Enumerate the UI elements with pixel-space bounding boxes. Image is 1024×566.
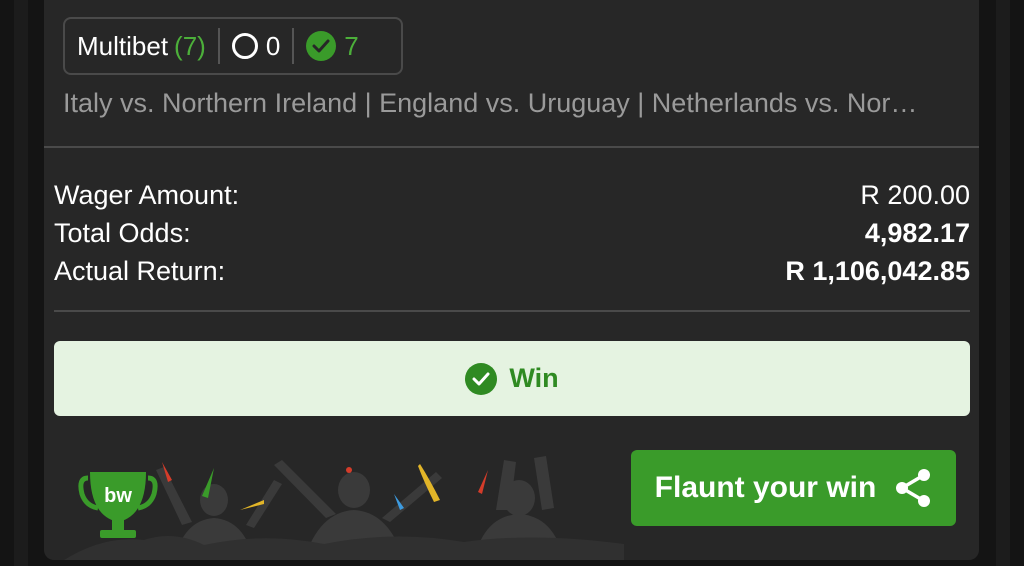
check-circle-icon [306,31,337,61]
background-card-right-edge [996,0,1010,566]
flaunt-win-label: Flaunt your win [654,471,877,504]
return-label: Actual Return: [54,256,226,286]
bet-type-label: Multibet [77,30,169,61]
bw-trophy-logo: bw [78,472,158,538]
wager-label: Wager Amount: [54,180,240,210]
open-circle-icon [231,33,258,59]
odds-value: 4,982.17 [864,218,970,248]
check-circle-icon [465,362,498,395]
background-card-left-edge [14,0,28,566]
divider [44,146,979,148]
return-value: R 1,106,042.85 [785,256,970,286]
return-row: Actual Return: R 1,106,042.85 [54,254,970,288]
wager-value: R 200.00 [860,180,970,210]
open-count: 0 [265,30,281,61]
odds-row: Total Odds: 4,982.17 [54,216,970,250]
odds-label: Total Odds: [54,218,191,248]
flaunt-win-button[interactable]: Flaunt your win [631,450,956,526]
wager-row: Wager Amount: R 200.00 [54,178,970,212]
selection-count: (7) [174,30,206,61]
pill-divider [292,28,295,64]
pill-divider [217,28,220,64]
bw-logo-text: bw [104,485,132,507]
result-banner: Win [54,341,970,416]
result-label: Win [509,363,559,393]
divider [54,310,970,312]
events-list: Italy vs. Northern Ireland | England vs.… [63,88,918,118]
bet-card: Multibet (7) 0 7 Italy vs. Northern Irel… [44,0,979,560]
bet-type-summary: Multibet (7) 0 7 [63,17,403,75]
won-count: 7 [344,30,359,61]
share-icon [894,468,932,508]
